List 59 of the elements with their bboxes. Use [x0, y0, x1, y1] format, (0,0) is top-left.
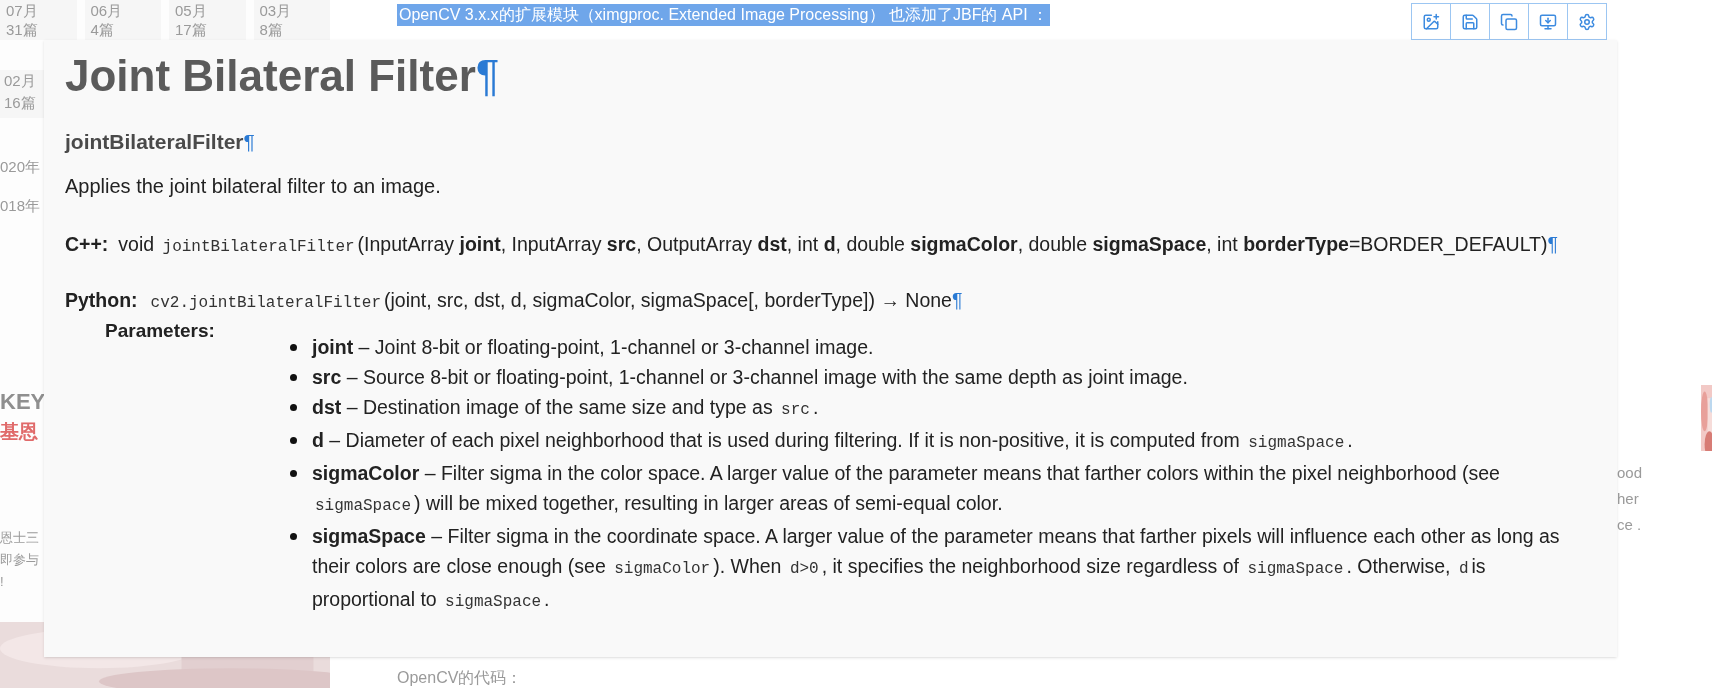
archive-month: 02月: [4, 71, 36, 91]
parameter-description: sigmaSpace – Filter sigma in the coordinate space. A larger value of the parameter means that farther pixels will influence each other as long as their colors are close enough (see sigmaColor). When d>0, it specifies the neighborhood size regardless of sigmaSpace. Otherwise, d is proportional to sigmaSpace.: [312, 524, 1561, 613]
parameter-description: sigmaColor – Filter sigma in the color space. A larger value of the parameter means that farther colors within the pixel neighborhood (see sigmaSpace) will be mixed together, resulting in larger areas of semi-equal color.: [312, 461, 1501, 517]
bullet-icon: [290, 404, 297, 411]
text-fragment: ood: [1617, 463, 1643, 483]
archive-tile[interactable]: 05月 17篇: [169, 0, 246, 40]
anchor-link[interactable]: ¶: [951, 289, 963, 311]
save-icon: [1461, 12, 1479, 31]
ad-brand: KEY: [0, 388, 46, 416]
archive-count: 4篇: [90, 20, 114, 39]
parameter-description: joint – Joint 8-bit or floating-point, 1-channel or 3-channel image.: [312, 335, 874, 360]
archive-tile[interactable]: 06月 4篇: [84, 0, 161, 40]
archive-count: 8篇: [259, 20, 283, 39]
snippet-line: !: [0, 573, 4, 591]
anchor-link[interactable]: ¶: [1547, 233, 1558, 255]
archive-month: 03月: [259, 1, 292, 20]
archive-month: 06月: [90, 1, 123, 20]
parameter-description: d – Diameter of each pixel neighborhood that is used during filtering. If it is non-positive, it is computed from sigmaSpace.: [312, 428, 1353, 454]
settings-icon: [1578, 12, 1596, 31]
archive-tile[interactable]: 03月 8篇: [253, 0, 330, 40]
bullet-icon: [290, 344, 297, 351]
section-heading: OpenCV的代码：: [397, 668, 523, 688]
copy-icon: [1500, 12, 1518, 31]
parameter-description: src – Source 8-bit or floating-point, 1-channel or 3-channel image with the same depth as joint image.: [312, 365, 1188, 390]
parameter-description: dst – Destination image of the same size and type as src.: [312, 395, 819, 421]
toolbar-button[interactable]: [1567, 3, 1607, 40]
function-heading: jointBilateralFilter: [65, 129, 244, 155]
bullet-icon: [290, 437, 297, 444]
anchor-link[interactable]: ¶: [243, 128, 255, 156]
monitor-icon: [1539, 12, 1557, 31]
archive-tile[interactable]: 02月 16篇: [0, 70, 44, 118]
parameters-label: Parameters:: [105, 319, 216, 343]
python-signature: Python: cv2.jointBilateralFilter(joint, src, dst, d, sigmaColor, sigmaSpace[, borderType]) → None¶: [65, 288, 963, 314]
snippet-line: 恩士三: [0, 529, 39, 547]
bullet-icon: [290, 470, 297, 477]
ad-name: 基恩: [0, 420, 38, 444]
archive-tile[interactable]: 07月 31篇: [0, 0, 77, 40]
text-fragment: her: [1617, 489, 1639, 509]
cpp-signature: C++: void jointBilateralFilter(InputArray joint, InputArray src, OutputArray dst, int d, double sigmaColor, double sigmaSpace, int borderType=BORDER_DEFAULT)¶: [65, 232, 1558, 258]
archive-month: 05月: [175, 1, 207, 20]
text-fragment: ce .: [1617, 515, 1642, 535]
page-title: Joint Bilateral Filter: [65, 50, 476, 102]
toolbar-button[interactable]: [1411, 3, 1451, 40]
anchor-link[interactable]: ¶: [475, 48, 500, 104]
archive-month: 07月: [6, 1, 38, 20]
toolbar-button[interactable]: [1450, 3, 1490, 40]
bullet-icon: [290, 533, 297, 540]
snippet-line: 即参与: [0, 551, 39, 569]
summary-text: Applies the joint bilateral filter to an image.: [65, 174, 442, 199]
archive-count: 17篇: [175, 20, 207, 39]
bullet-icon: [290, 374, 297, 381]
archive-year[interactable]: 018年: [0, 194, 41, 217]
selected-text: OpenCV 3.x.x的扩展模块（ximgproc. Extended Image Processing） 也添加了JBF的 API ：: [397, 4, 1051, 26]
archive-count: 16篇: [4, 93, 36, 113]
toolbar-button[interactable]: [1489, 3, 1529, 40]
archive-count: 31篇: [6, 20, 38, 39]
archive-year[interactable]: 020年: [0, 156, 41, 179]
toolbar-button[interactable]: [1528, 3, 1568, 40]
image-plus-icon: [1422, 12, 1440, 31]
